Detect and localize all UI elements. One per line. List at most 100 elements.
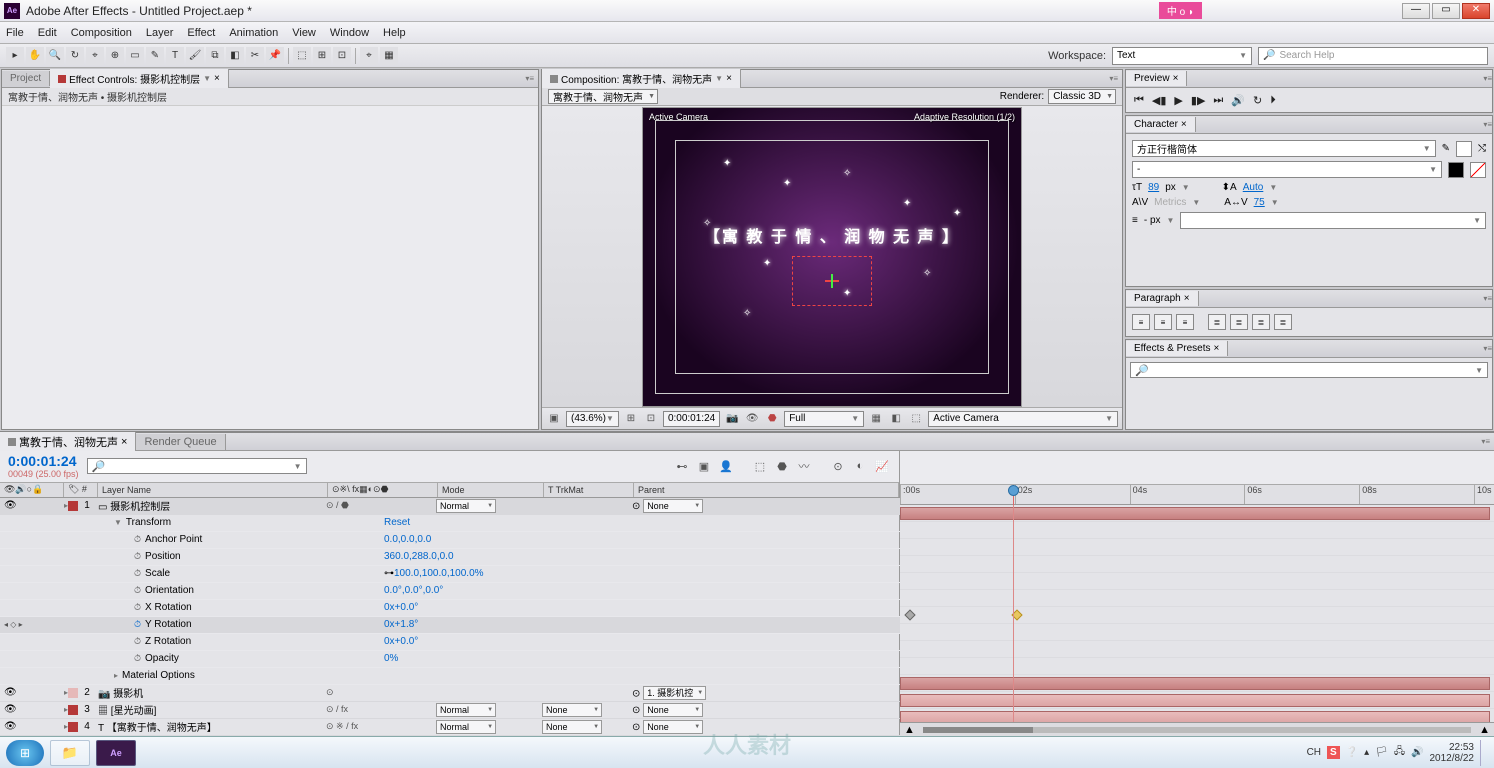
stopwatch-icon[interactable]: ⏱ bbox=[134, 619, 141, 630]
hand-tool-icon[interactable]: ✋ bbox=[26, 47, 44, 65]
auto-keyframe-icon[interactable]: ◐ bbox=[851, 457, 869, 475]
project-tab[interactable]: Project bbox=[2, 71, 50, 86]
ram-preview-icon[interactable]: ⏵ bbox=[1270, 94, 1276, 107]
fill-color-swatch[interactable] bbox=[1456, 141, 1472, 157]
hide-shy-icon[interactable]: 👤 bbox=[717, 457, 735, 475]
stopwatch-icon[interactable]: ⏱ bbox=[134, 534, 141, 545]
stopwatch-icon[interactable]: ⏱ bbox=[134, 551, 141, 562]
menu-effect[interactable]: Effect bbox=[187, 27, 215, 39]
start-button[interactable]: ⊞ bbox=[6, 740, 44, 766]
ime-indicator[interactable]: 中 o ◗ bbox=[1159, 2, 1202, 19]
effects-search-input[interactable]: 🔎▼ bbox=[1130, 362, 1488, 378]
panel-menu-icon[interactable]: ▾≡ bbox=[1477, 437, 1494, 446]
text-tool-icon[interactable]: T bbox=[166, 47, 184, 65]
world-axis-icon[interactable]: ⊞ bbox=[313, 47, 331, 65]
position-value[interactable]: 360.0,288.0,0.0 bbox=[384, 551, 454, 562]
parent-select[interactable]: None bbox=[643, 720, 703, 734]
tray-clock[interactable]: 22:53 2012/8/22 bbox=[1430, 742, 1475, 764]
scale-value[interactable]: 100.0,100.0,100.0% bbox=[394, 568, 484, 579]
first-frame-icon[interactable]: ⏮ bbox=[1134, 94, 1144, 107]
effect-controls-tab[interactable]: Effect Controls: 摄影机控制层▼× bbox=[50, 69, 229, 88]
effects-presets-tab[interactable]: Effects & Presets × bbox=[1126, 341, 1228, 356]
justify-right-icon[interactable]: ≣ bbox=[1252, 314, 1270, 330]
font-style-select[interactable]: -▼ bbox=[1132, 161, 1442, 178]
snap-icon[interactable]: ⌖ bbox=[360, 47, 378, 65]
stopwatch-icon[interactable]: ⏱ bbox=[134, 602, 141, 613]
orientation-value[interactable]: 0.0°,0.0°,0.0° bbox=[384, 585, 443, 596]
align-center-icon[interactable]: ≡ bbox=[1154, 314, 1172, 330]
paragraph-tab[interactable]: Paragraph × bbox=[1126, 291, 1199, 306]
menu-layer[interactable]: Layer bbox=[146, 27, 174, 39]
clone-tool-icon[interactable]: ⧉ bbox=[206, 47, 224, 65]
audio-icon[interactable]: 🔊 bbox=[1231, 94, 1245, 107]
panel-menu-icon[interactable]: ▾≡ bbox=[1483, 294, 1492, 303]
region-icon[interactable]: ▣ bbox=[546, 411, 562, 427]
composition-tab[interactable]: Composition: 寓教于情、润物无声▼× bbox=[542, 69, 741, 88]
pan-behind-tool-icon[interactable]: ⊕ bbox=[106, 47, 124, 65]
comp-mini-flow-icon[interactable]: ⊷ bbox=[673, 457, 691, 475]
roto-tool-icon[interactable]: ✂ bbox=[246, 47, 264, 65]
parent-select[interactable]: 1. 摄影机控 bbox=[643, 686, 706, 700]
loop-icon[interactable]: ↻ bbox=[1253, 94, 1262, 107]
next-frame-icon[interactable]: ▮▶ bbox=[1191, 94, 1206, 107]
sogou-icon[interactable]: S bbox=[1327, 746, 1340, 759]
trkmat-select[interactable]: None bbox=[542, 703, 602, 717]
panel-menu-icon[interactable]: ▾≡ bbox=[1105, 74, 1122, 83]
opacity-value[interactable]: 0% bbox=[384, 653, 398, 664]
tray-volume-icon[interactable]: 🔊 bbox=[1411, 747, 1423, 758]
tracking-value[interactable]: 75 bbox=[1254, 197, 1265, 208]
justify-all-icon[interactable]: ≣ bbox=[1274, 314, 1292, 330]
explorer-task-icon[interactable]: 📁 bbox=[50, 740, 90, 766]
col-trkmat[interactable]: T TrkMat bbox=[544, 483, 634, 497]
3d-view-icon[interactable]: ⬚ bbox=[908, 411, 924, 427]
time-navigator[interactable] bbox=[923, 727, 1471, 733]
camera-tool-icon[interactable]: ⌖ bbox=[86, 47, 104, 65]
menu-file[interactable]: File bbox=[6, 27, 24, 39]
panel-menu-icon[interactable]: ▾≡ bbox=[1483, 344, 1492, 353]
stopwatch-icon[interactable]: ⏱ bbox=[134, 653, 141, 664]
composition-viewer[interactable]: Active Camera Adaptive Resolution (1/2) … bbox=[542, 106, 1122, 407]
search-help-input[interactable]: 🔎Search Help bbox=[1258, 47, 1488, 65]
blend-mode-select[interactable]: Normal bbox=[436, 703, 496, 717]
eraser-tool-icon[interactable]: ◧ bbox=[226, 47, 244, 65]
tray-network-icon[interactable]: 🖧 bbox=[1394, 744, 1405, 761]
menu-view[interactable]: View bbox=[292, 27, 316, 39]
magnification-select[interactable]: (43.6%) ▼ bbox=[566, 411, 619, 427]
panel-menu-icon[interactable]: ▾≡ bbox=[1483, 74, 1492, 83]
layer-row[interactable]: 👁▸2📷 摄影机⊙⊙ 1. 摄影机控 bbox=[0, 685, 900, 702]
justify-center-icon[interactable]: ≣ bbox=[1230, 314, 1248, 330]
resolution-select[interactable]: Full ▼ bbox=[784, 411, 864, 427]
brainstorm-icon[interactable]: ⊙ bbox=[829, 457, 847, 475]
transform-reset[interactable]: Reset bbox=[384, 517, 410, 528]
justify-left-icon[interactable]: ≣ bbox=[1208, 314, 1226, 330]
blend-mode-select[interactable]: Normal bbox=[436, 720, 496, 734]
constrain-icon[interactable]: ⊶ bbox=[384, 568, 394, 579]
resolution-icon[interactable]: ⊞ bbox=[623, 411, 639, 427]
leading-value[interactable]: Auto bbox=[1243, 182, 1264, 193]
zoom-in-icon[interactable]: ▲ bbox=[1475, 724, 1494, 736]
stopwatch-icon[interactable]: ⏱ bbox=[134, 585, 141, 596]
layer-row[interactable]: 👁▸4T 【寓教于情、润物无声】⊙ ※ / fxNormalNone⊙ None bbox=[0, 719, 900, 736]
prev-frame-icon[interactable]: ◀▮ bbox=[1152, 94, 1167, 107]
tool-opt-icon[interactable]: ▦ bbox=[380, 47, 398, 65]
eyedropper-icon[interactable]: ✎ bbox=[1442, 143, 1450, 154]
preview-tab[interactable]: Preview × bbox=[1126, 71, 1187, 86]
menu-animation[interactable]: Animation bbox=[229, 27, 278, 39]
minimize-button[interactable]: — bbox=[1402, 3, 1430, 19]
time-ruler[interactable]: :00s 02s 04s 06s 08s 10s bbox=[900, 485, 1494, 505]
mask-icon[interactable]: ◧ bbox=[888, 411, 904, 427]
z-rotation-value[interactable]: 0x+0.0° bbox=[384, 636, 418, 647]
grid-icon[interactable]: ⊡ bbox=[643, 411, 659, 427]
transform-gizmo[interactable] bbox=[792, 256, 872, 306]
timeline-timecode[interactable]: 0:00:01:24 bbox=[8, 453, 79, 469]
align-right-icon[interactable]: ≡ bbox=[1176, 314, 1194, 330]
workspace-select[interactable]: Text▼ bbox=[1112, 47, 1252, 65]
stopwatch-icon[interactable]: ⏱ bbox=[134, 568, 141, 579]
align-left-icon[interactable]: ≡ bbox=[1132, 314, 1150, 330]
tray-arrow-icon[interactable]: ▴ bbox=[1364, 747, 1369, 758]
col-layer-name[interactable]: Layer Name bbox=[98, 483, 328, 497]
play-icon[interactable]: ▶ bbox=[1174, 94, 1182, 107]
tray-flag-icon[interactable]: 🏳 bbox=[1375, 747, 1388, 758]
menu-composition[interactable]: Composition bbox=[71, 27, 132, 39]
panel-menu-icon[interactable]: ▾≡ bbox=[1483, 120, 1492, 129]
